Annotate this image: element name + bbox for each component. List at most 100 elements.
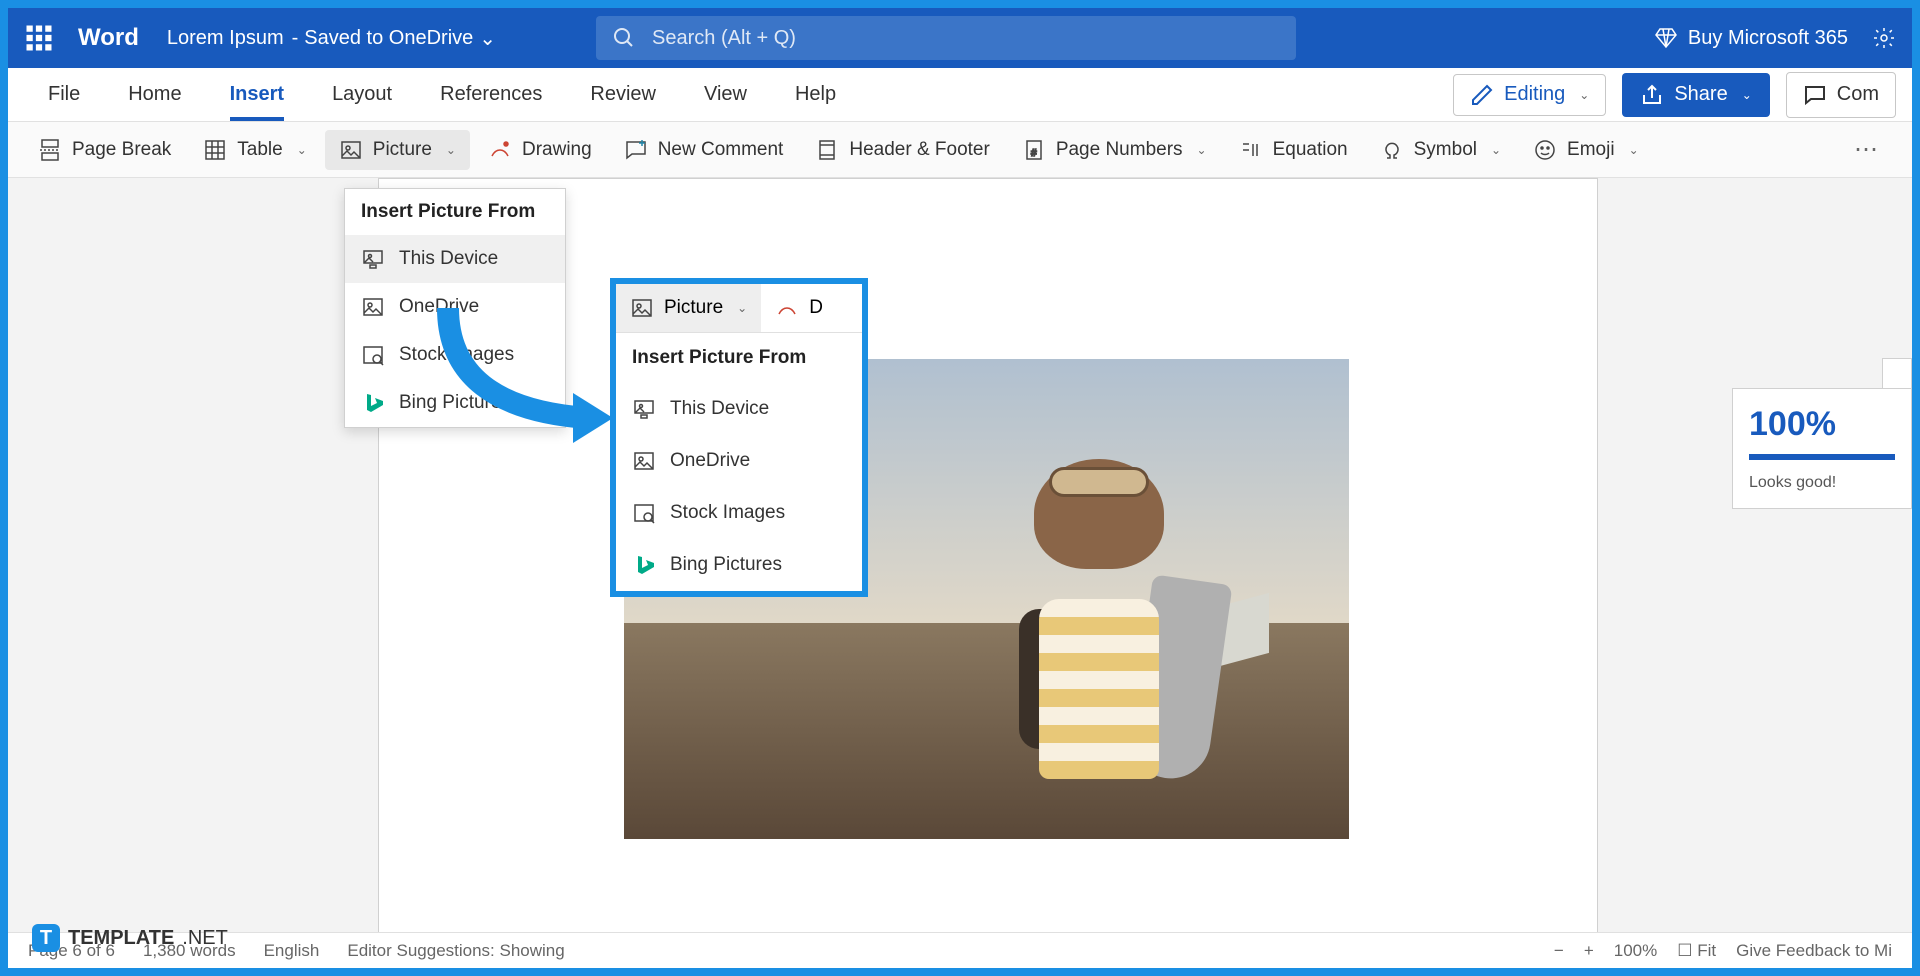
- ribbon: Page Break Table ⌄ Picture ⌄ Drawing New…: [8, 122, 1912, 178]
- dropdown-item-onedrive[interactable]: OneDrive: [345, 283, 565, 331]
- search-placeholder: Search (Alt + Q): [652, 27, 796, 50]
- stock-images-icon: [632, 501, 656, 525]
- picture-icon: [632, 449, 656, 473]
- table-icon: [203, 138, 227, 162]
- equation-icon: [1239, 138, 1263, 162]
- tab-insert[interactable]: Insert: [206, 68, 308, 121]
- search-icon: [612, 26, 636, 50]
- dropdown-item-this-device[interactable]: This Device: [345, 235, 565, 283]
- comments-button[interactable]: Com: [1786, 72, 1896, 118]
- equation-label: Equation: [1273, 139, 1348, 161]
- save-status[interactable]: - Saved to OneDrive ⌄: [292, 26, 496, 51]
- bing-icon: [361, 391, 385, 415]
- item-label: Bing Pictures: [670, 554, 782, 576]
- status-fit[interactable]: ☐ Fit: [1677, 941, 1716, 961]
- zoom-in-button[interactable]: +: [1584, 941, 1594, 961]
- gear-icon[interactable]: [1872, 26, 1896, 50]
- comment-plus-icon: [624, 138, 648, 162]
- buy-microsoft-button[interactable]: Buy Microsoft 365: [1654, 26, 1848, 50]
- callout-item-this-device[interactable]: This Device: [616, 383, 862, 435]
- picture-dropdown: Insert Picture From This Device OneDrive…: [344, 188, 566, 428]
- picture-label: Picture: [373, 139, 432, 161]
- save-status-text: Saved to OneDrive: [304, 27, 473, 50]
- tab-file[interactable]: File: [24, 68, 104, 121]
- chevron-down-icon: ⌄: [1579, 88, 1589, 102]
- callout-item-bing-pictures[interactable]: Bing Pictures: [616, 539, 862, 591]
- header-footer-button[interactable]: Header & Footer: [801, 130, 1003, 170]
- page-numbers-button[interactable]: # Page Numbers ⌄: [1008, 130, 1221, 170]
- symbol-button[interactable]: Symbol ⌄: [1366, 130, 1515, 170]
- tab-references[interactable]: References: [416, 68, 566, 121]
- drawing-icon: [488, 138, 512, 162]
- ribbon-more-button[interactable]: ⋯: [1838, 127, 1896, 172]
- chevron-down-icon: ⌄: [737, 301, 747, 315]
- tab-layout[interactable]: Layout: [308, 68, 416, 121]
- emoji-label: Emoji: [1567, 139, 1615, 161]
- editing-mode-button[interactable]: Editing ⌄: [1453, 74, 1606, 116]
- symbol-label: Symbol: [1414, 139, 1477, 161]
- share-button[interactable]: Share ⌄: [1622, 73, 1769, 117]
- watermark-icon: T: [32, 924, 60, 952]
- new-comment-button[interactable]: New Comment: [610, 130, 798, 170]
- zoom-out-button[interactable]: −: [1554, 941, 1564, 961]
- search-input[interactable]: Search (Alt + Q): [596, 16, 1296, 60]
- watermark-suffix: .NET: [182, 927, 228, 950]
- app-launcher-icon[interactable]: [24, 23, 54, 53]
- drawing-icon: [775, 296, 799, 320]
- title-bar: Word Lorem Ipsum - Saved to OneDrive ⌄ S…: [8, 8, 1912, 68]
- stock-images-icon: [361, 343, 385, 367]
- header-footer-icon: [815, 138, 839, 162]
- item-label: Bing Pictures: [399, 392, 511, 414]
- dropdown-item-bing-pictures[interactable]: Bing Pictures: [345, 379, 565, 427]
- callout-item-stock-images[interactable]: Stock Images: [616, 487, 862, 539]
- picture-button[interactable]: Picture ⌄: [325, 130, 470, 170]
- page-break-icon: [38, 138, 62, 162]
- chevron-down-icon: ⌄: [446, 143, 456, 157]
- item-label: Stock Images: [399, 344, 514, 366]
- dropdown-item-stock-images[interactable]: Stock Images: [345, 331, 565, 379]
- emoji-button[interactable]: Emoji ⌄: [1519, 130, 1653, 170]
- page-break-button[interactable]: Page Break: [24, 130, 185, 170]
- status-language[interactable]: English: [264, 941, 320, 961]
- diamond-icon: [1654, 26, 1678, 50]
- page-numbers-label: Page Numbers: [1056, 139, 1183, 161]
- callout-drawing-label: D: [809, 297, 823, 319]
- document-name[interactable]: Lorem Ipsum: [167, 27, 284, 50]
- table-label: Table: [237, 139, 282, 161]
- callout-dropdown-title: Insert Picture From: [616, 333, 862, 383]
- picture-icon: [339, 138, 363, 162]
- new-comment-label: New Comment: [658, 139, 784, 161]
- device-icon: [361, 247, 385, 271]
- status-zoom[interactable]: 100%: [1614, 941, 1657, 961]
- editing-label: Editing: [1504, 83, 1565, 106]
- item-label: This Device: [670, 398, 769, 420]
- drawing-button[interactable]: Drawing: [474, 130, 606, 170]
- tab-help[interactable]: Help: [771, 68, 860, 121]
- app-window: Word Lorem Ipsum - Saved to OneDrive ⌄ S…: [8, 8, 1912, 968]
- tab-view[interactable]: View: [680, 68, 771, 121]
- page-numbers-icon: #: [1022, 138, 1046, 162]
- callout-drawing-button[interactable]: D: [761, 284, 837, 332]
- callout-picture-button[interactable]: Picture ⌄: [616, 284, 761, 332]
- editor-progress-bar: [1749, 454, 1895, 460]
- editor-panel[interactable]: 100% Looks good!: [1732, 388, 1912, 509]
- status-feedback[interactable]: Give Feedback to Mi: [1736, 941, 1892, 961]
- editor-status-text: Looks good!: [1749, 474, 1895, 492]
- tab-row: File Home Insert Layout References Revie…: [8, 68, 1912, 122]
- item-label: OneDrive: [670, 450, 750, 472]
- status-suggestions[interactable]: Editor Suggestions: Showing: [347, 941, 564, 961]
- item-label: This Device: [399, 248, 498, 270]
- watermark-text: TEMPLATE: [68, 927, 174, 950]
- equation-button[interactable]: Equation: [1225, 130, 1362, 170]
- chevron-down-icon: ⌄: [1742, 88, 1752, 102]
- symbol-icon: [1380, 138, 1404, 162]
- tab-home[interactable]: Home: [104, 68, 205, 121]
- item-label: Stock Images: [670, 502, 785, 524]
- editor-score: 100%: [1749, 405, 1895, 444]
- share-icon: [1640, 83, 1664, 107]
- svg-text:#: #: [1031, 148, 1037, 159]
- tab-review[interactable]: Review: [566, 68, 680, 121]
- canvas-area: 100% Looks good!: [8, 178, 1912, 968]
- callout-item-onedrive[interactable]: OneDrive: [616, 435, 862, 487]
- table-button[interactable]: Table ⌄: [189, 130, 320, 170]
